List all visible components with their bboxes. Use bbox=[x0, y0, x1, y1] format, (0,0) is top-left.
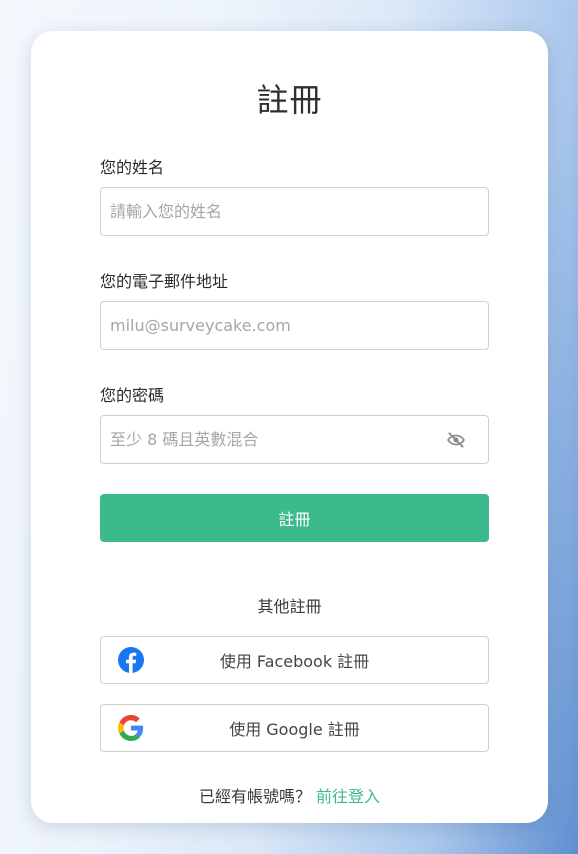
login-link[interactable]: 前往登入 bbox=[316, 787, 380, 806]
facebook-icon bbox=[118, 647, 144, 673]
email-input[interactable] bbox=[101, 302, 488, 349]
google-signup-button[interactable]: 使用 Google 註冊 bbox=[100, 704, 489, 752]
google-icon bbox=[118, 715, 144, 741]
password-field-box bbox=[100, 415, 489, 464]
page-title: 註冊 bbox=[256, 81, 323, 119]
facebook-signup-label: 使用 Facebook 註冊 bbox=[219, 652, 370, 671]
email-label: 您的電子郵件地址 bbox=[100, 272, 229, 291]
name-label: 您的姓名 bbox=[100, 158, 165, 177]
password-label: 您的密碼 bbox=[100, 386, 165, 405]
facebook-signup-button[interactable]: 使用 Facebook 註冊 bbox=[100, 636, 489, 684]
google-signup-label: 使用 Google 註冊 bbox=[229, 720, 360, 739]
email-field-box bbox=[100, 301, 489, 350]
name-input[interactable] bbox=[101, 188, 488, 235]
other-signup-heading: 其他註冊 bbox=[257, 597, 322, 616]
login-prompt-text: 已經有帳號嗎？ bbox=[198, 787, 311, 806]
name-field-box bbox=[100, 187, 489, 236]
login-prompt: 已經有帳號嗎？ 前往登入 bbox=[31, 783, 548, 807]
signup-card: 註冊 您的姓名 您的電子郵件地址 您的密碼 註冊 其他註冊 使用 Faceboo… bbox=[31, 31, 548, 823]
password-input[interactable] bbox=[101, 416, 488, 463]
eye-off-icon[interactable] bbox=[446, 430, 466, 450]
signup-button[interactable]: 註冊 bbox=[100, 494, 489, 542]
